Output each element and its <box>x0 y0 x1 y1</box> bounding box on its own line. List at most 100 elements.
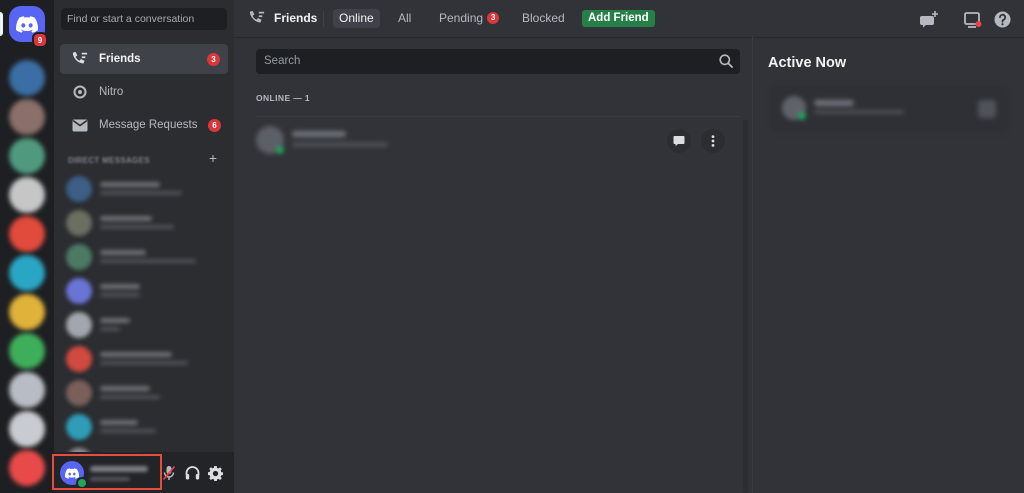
home-selected-pill <box>0 12 3 36</box>
direct-messages-header: DIRECT MESSAGES <box>68 156 150 165</box>
server-icon[interactable] <box>9 294 45 330</box>
server-icon[interactable] <box>9 138 45 174</box>
dm-list-item[interactable] <box>66 346 226 376</box>
dm-avatar <box>66 210 92 236</box>
friend-row[interactable] <box>256 116 740 163</box>
pending-badge: 3 <box>487 11 500 24</box>
dm-avatar <box>66 244 92 270</box>
nav-nitro-label: Nitro <box>99 86 124 98</box>
dm-avatar <box>66 312 92 338</box>
dm-list-item[interactable] <box>66 176 226 206</box>
dm-list-item[interactable] <box>66 312 226 342</box>
server-rail: 9 <box>0 0 54 493</box>
server-icon[interactable] <box>9 372 45 408</box>
server-icon[interactable] <box>9 177 45 213</box>
create-dm-plus-icon[interactable]: + <box>206 151 220 165</box>
friends-title-label: Friends <box>274 11 318 25</box>
deafen-button[interactable] <box>183 464 201 482</box>
server-icon[interactable] <box>9 60 45 96</box>
tab-online[interactable]: Online <box>333 9 380 28</box>
online-count-label: ONLINE — 1 <box>256 93 311 103</box>
dm-name-blurred <box>100 250 146 255</box>
nav-message-requests[interactable]: Message Requests 6 <box>60 110 228 140</box>
dm-name-blurred <box>100 386 150 391</box>
server-icon[interactable] <box>9 411 45 447</box>
dm-status-blurred <box>100 395 160 399</box>
dm-avatar <box>66 414 92 440</box>
dm-list-item[interactable] <box>66 278 226 308</box>
user-panel-highlight-box <box>52 454 162 490</box>
search-icon <box>719 54 733 68</box>
server-icon[interactable] <box>9 450 45 486</box>
friends-title: Friends <box>248 10 317 26</box>
inbox-button[interactable] <box>964 10 982 28</box>
dm-name-blurred <box>100 352 172 357</box>
dm-status-blurred <box>100 327 120 331</box>
dm-name-blurred <box>100 420 138 425</box>
dm-list-item[interactable] <box>66 244 226 274</box>
dm-status-blurred <box>100 293 140 297</box>
home-unread-badge: 9 <box>32 32 48 48</box>
dm-status-blurred <box>100 191 182 195</box>
vertical-ellipsis-icon <box>711 135 715 147</box>
add-friend-button[interactable]: Add Friend <box>582 10 655 27</box>
muted-microphone-icon <box>162 465 176 481</box>
dm-status-blurred <box>100 361 188 365</box>
active-now-divider <box>752 37 753 493</box>
message-friend-button[interactable] <box>667 129 691 153</box>
more-options-button[interactable] <box>701 129 725 153</box>
active-now-card-blurred[interactable] <box>770 86 1008 132</box>
active-now-title: Active Now <box>768 55 847 71</box>
top-bar: Friends Online All Pending 3 Blocked Add … <box>234 0 1024 38</box>
friends-search-placeholder: Search <box>264 55 301 67</box>
dm-list-item[interactable] <box>66 210 226 240</box>
user-settings-button[interactable] <box>206 464 224 482</box>
chat-bubble-icon <box>673 136 685 146</box>
headphones-icon <box>185 466 199 480</box>
dm-avatar <box>66 278 92 304</box>
conversation-search-input[interactable]: Find or start a conversation <box>61 8 227 30</box>
gear-icon <box>207 465 223 481</box>
server-icon[interactable] <box>9 99 45 135</box>
tab-all[interactable]: All <box>392 9 417 28</box>
dm-avatar <box>66 176 92 202</box>
friends-wave-icon <box>249 10 265 23</box>
dm-avatar <box>66 346 92 372</box>
friends-badge: 3 <box>207 53 220 66</box>
help-icon <box>994 11 1010 27</box>
friends-scrollbar-track[interactable] <box>743 120 748 493</box>
nitro-icon <box>69 84 91 100</box>
dm-list-item[interactable] <box>66 414 226 444</box>
dm-name-blurred <box>100 284 140 289</box>
dm-name-blurred <box>100 318 130 323</box>
mute-microphone-button[interactable] <box>160 464 178 482</box>
title-separator <box>323 11 324 27</box>
help-button[interactable] <box>993 10 1011 28</box>
friend-identity-blurred <box>256 126 406 154</box>
envelope-icon <box>69 119 91 132</box>
friends-icon <box>69 51 91 67</box>
nav-message-requests-label: Message Requests <box>99 119 198 131</box>
message-requests-badge: 6 <box>208 119 221 132</box>
tab-blocked[interactable]: Blocked <box>516 9 571 28</box>
server-icon[interactable] <box>9 255 45 291</box>
tab-pending-label: Pending <box>439 11 484 25</box>
dm-status-blurred <box>100 429 156 433</box>
dm-avatar <box>66 380 92 406</box>
server-icon[interactable] <box>9 216 45 252</box>
dm-name-blurred <box>100 182 160 187</box>
tab-pending[interactable]: Pending 3 <box>433 9 505 28</box>
new-group-dm-icon <box>920 10 938 27</box>
server-icon[interactable] <box>9 333 45 369</box>
friends-search-input[interactable]: Search <box>256 49 740 74</box>
dm-list-item[interactable] <box>66 380 226 410</box>
discord-logo-icon <box>16 15 38 33</box>
dm-sidebar: Find or start a conversation Friends 3 N… <box>54 0 234 493</box>
dm-status-blurred <box>100 259 196 263</box>
nav-nitro[interactable]: Nitro <box>60 77 228 107</box>
dm-status-blurred <box>100 225 174 229</box>
new-group-dm-button[interactable] <box>920 10 938 28</box>
dm-name-blurred <box>100 216 152 221</box>
nav-friends[interactable]: Friends 3 <box>60 44 228 74</box>
nav-friends-label: Friends <box>99 53 141 65</box>
